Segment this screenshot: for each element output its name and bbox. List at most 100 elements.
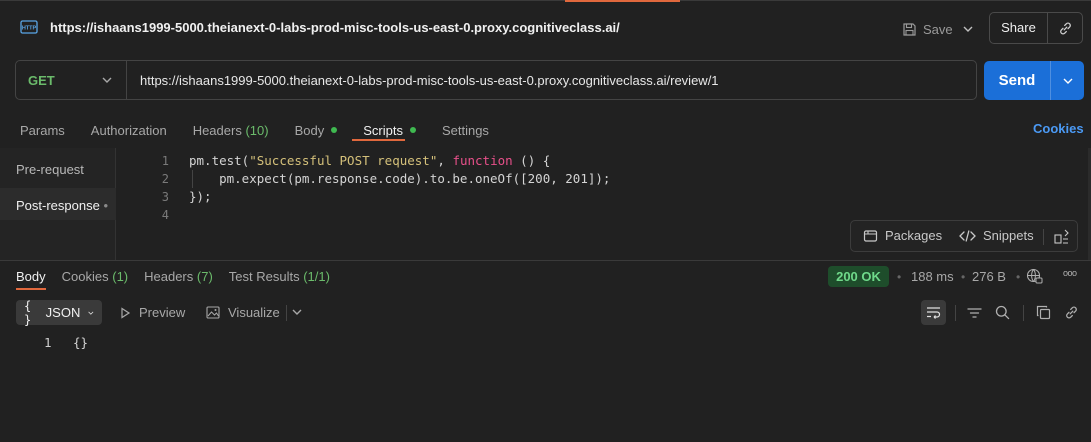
share-button-group: Share — [989, 12, 1083, 44]
meta-separator: • — [1016, 270, 1021, 284]
preview-label: Preview — [139, 305, 186, 320]
request-tabs: Params Authorization Headers (10) Body S… — [20, 119, 515, 141]
format-selector[interactable]: { } JSON — [16, 298, 102, 327]
active-tab-underline — [352, 139, 405, 141]
chevron-down-icon[interactable] — [292, 309, 302, 315]
scripts-modified-dot — [409, 127, 416, 133]
tab-body[interactable]: Body — [295, 119, 338, 141]
tab-settings[interactable]: Settings — [442, 119, 489, 141]
response-body-viewer[interactable]: 1 {} — [44, 335, 88, 350]
tab-label: Cookies — [61, 269, 109, 284]
response-tab-headers[interactable]: Headers (7) — [144, 269, 213, 284]
packages-button[interactable]: Packages — [863, 228, 942, 243]
line-number: 1 — [161, 154, 169, 168]
response-tab-body[interactable]: Body — [16, 269, 46, 284]
tools-separator — [1043, 229, 1044, 245]
method-selector[interactable]: GET — [16, 61, 127, 99]
code-line-2: pm.expect(pm.response.code).to.be.oneOf(… — [189, 171, 611, 186]
response-size[interactable]: 276 B — [972, 269, 1006, 284]
wrap-lines-button[interactable] — [921, 300, 946, 325]
preview-button[interactable]: Preview — [120, 300, 185, 325]
response-tab-underline — [16, 288, 46, 290]
toolbar-separator — [1023, 305, 1024, 321]
cookies-link[interactable]: Cookies — [1033, 121, 1084, 136]
braces-icon: { } — [24, 298, 32, 327]
share-button[interactable]: Share — [990, 13, 1048, 43]
copy-icon — [1036, 305, 1051, 320]
network-globe-icon[interactable] — [1026, 268, 1043, 285]
copy-link-button[interactable] — [1048, 13, 1082, 43]
send-options-button[interactable] — [1051, 61, 1084, 100]
copy-button[interactable] — [1031, 300, 1056, 325]
tab-label: Params — [20, 122, 65, 138]
toolbar-separator — [286, 305, 287, 321]
search-button[interactable] — [990, 300, 1015, 325]
templates-icon — [1054, 229, 1069, 244]
wrap-icon — [927, 307, 941, 319]
script-tools-bar: Packages Snippets — [850, 220, 1078, 252]
code-string: "Successful POST request" — [249, 153, 438, 168]
headers-count: (7) — [196, 269, 213, 284]
response-tab-cookies[interactable]: Cookies (1) — [62, 269, 128, 284]
http-icon: HTTP — [20, 20, 38, 34]
tab-label: Authorization — [90, 122, 167, 138]
line-number: 1 — [44, 335, 52, 350]
save-button[interactable]: Save — [898, 16, 957, 42]
tab-scripts[interactable]: Scripts — [363, 119, 416, 141]
code-token: , — [437, 153, 453, 168]
snippets-button[interactable]: Snippets — [959, 228, 1034, 243]
cookies-count: (1) — [112, 269, 129, 284]
visualize-button[interactable]: Visualize — [206, 300, 280, 325]
panel-divider[interactable] — [0, 260, 1091, 261]
tab-headers[interactable]: Headers (10) — [193, 119, 269, 141]
search-icon — [995, 305, 1010, 320]
play-icon — [121, 306, 131, 319]
link-icon — [1059, 22, 1071, 34]
save-options-button[interactable] — [958, 18, 978, 40]
url-bar: GET https://ishaans1999-5000.theianext-0… — [15, 60, 977, 100]
filter-button[interactable] — [962, 300, 987, 325]
svg-text:HTTP: HTTP — [22, 26, 37, 32]
pre-request-tab[interactable]: Pre-request — [16, 162, 84, 177]
tab-label: Test Results — [228, 269, 300, 284]
method-label: GET — [28, 72, 55, 88]
tab-authorization[interactable]: Authorization — [91, 119, 167, 141]
tab-label: Body — [294, 122, 325, 138]
response-body-text: {} — [73, 335, 89, 350]
indent-guide — [192, 170, 193, 188]
chevron-down-icon — [1063, 78, 1072, 84]
send-button[interactable]: Send — [984, 61, 1051, 100]
top-border — [0, 0, 1091, 1]
code-token: () { — [512, 153, 551, 168]
toolbar-separator — [955, 305, 956, 321]
line-number: 2 — [161, 172, 169, 186]
script-templates-button[interactable] — [1053, 228, 1070, 248]
code-icon — [959, 229, 976, 242]
status-badge[interactable]: 200 OK — [828, 266, 889, 287]
tab-params[interactable]: Params — [20, 119, 65, 141]
snippets-label: Snippets — [983, 228, 1034, 243]
tab-label: Settings — [441, 122, 489, 138]
response-time[interactable]: 188 ms — [911, 269, 954, 284]
request-title: https://ishaans1999-5000.theianext-0-lab… — [50, 20, 620, 35]
send-button-group: Send — [984, 61, 1084, 100]
visualize-label: Visualize — [228, 305, 280, 320]
post-response-label: Post-response — [16, 198, 100, 213]
copy-link-button[interactable] — [1059, 300, 1084, 325]
chevron-down-icon — [102, 77, 112, 83]
code-line-1: pm.test("Successful POST request", funct… — [189, 153, 550, 168]
response-tab-test-results[interactable]: Test Results (1/1) — [229, 269, 330, 284]
save-icon — [903, 22, 916, 36]
url-input[interactable]: https://ishaans1999-5000.theianext-0-lab… — [127, 73, 719, 88]
body-modified-dot — [331, 127, 338, 133]
active-tab-accent — [565, 0, 680, 2]
more-options-button[interactable]: ooo — [1063, 268, 1077, 278]
response-tabs: Body Cookies (1) Headers (7) Test Result… — [16, 269, 346, 284]
tab-label: Headers — [144, 269, 194, 284]
post-response-tab[interactable]: Post-response • — [16, 198, 108, 213]
line-number: 3 — [161, 190, 169, 204]
chevron-down-icon — [88, 311, 94, 315]
filter-icon — [967, 307, 982, 318]
post-response-marker: • — [103, 198, 109, 213]
meta-separator: • — [961, 270, 966, 284]
